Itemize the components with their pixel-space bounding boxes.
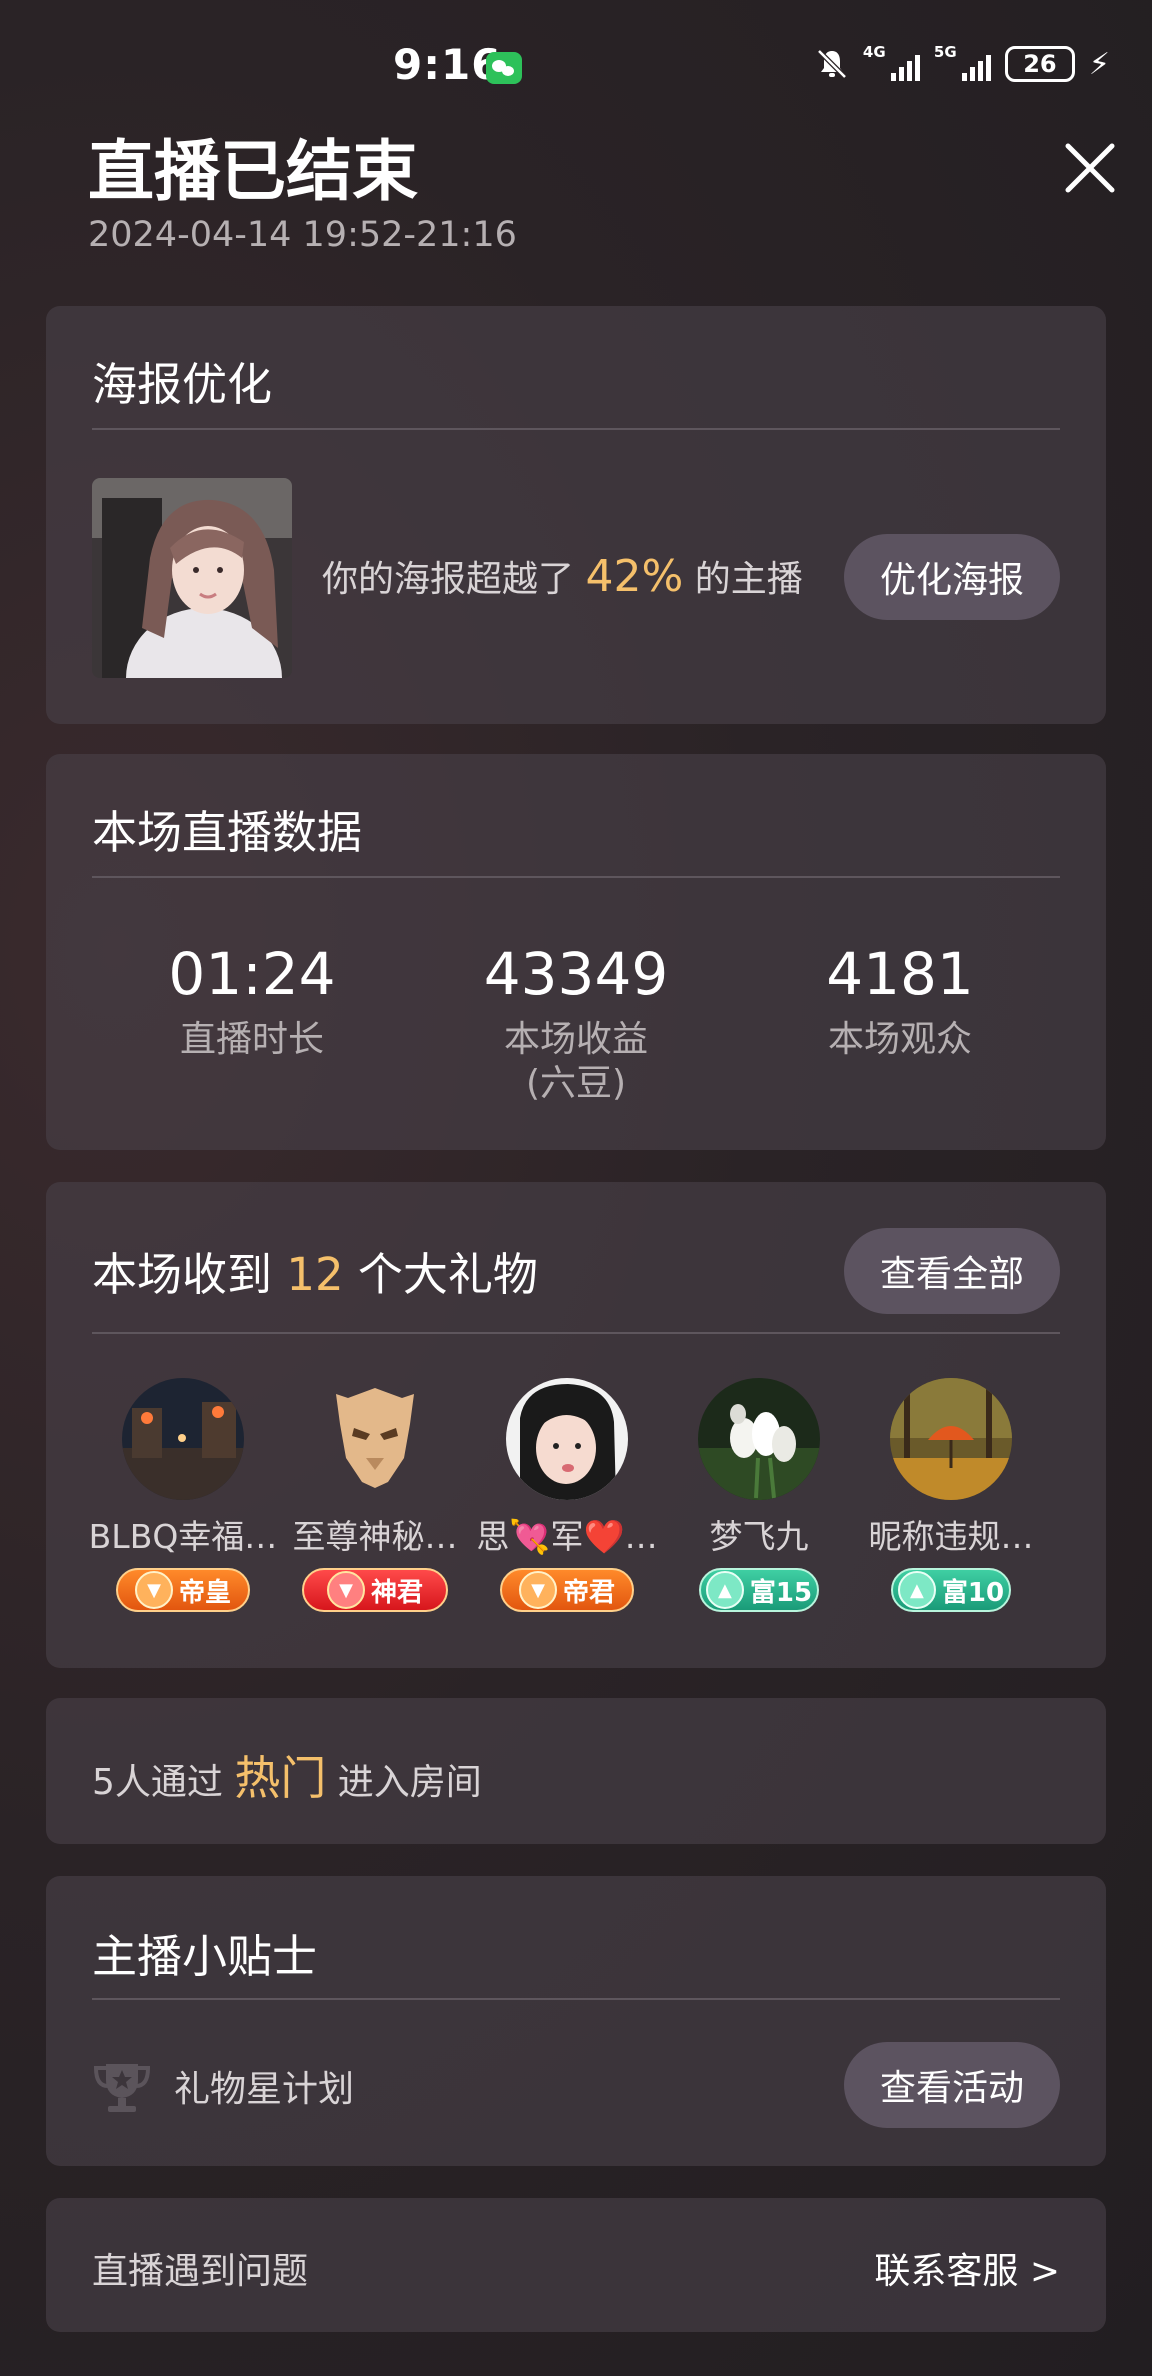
poster-thumbnail[interactable] (92, 478, 292, 678)
avatar (122, 1378, 244, 1500)
hot-entry-text: 5人通过 热门 进入房间 (92, 1751, 482, 1805)
gift-giver-name: 至尊神秘… (292, 1517, 458, 1556)
gifts-card: 本场收到 12 个大礼物 查看全部 BLBQ幸福… ▼ 帝皇 至尊神秘… ▼ 神君 … (46, 1182, 1106, 1668)
level-badge: ▲ 富10 (891, 1568, 1011, 1612)
status-bar: 9:16 4G 5G 26 ⚡ (0, 0, 1152, 130)
level-badge: ▼ 神君 (302, 1568, 448, 1612)
crown-icon: ▼ (518, 1571, 557, 1609)
rich-level-icon: ▲ (897, 1571, 936, 1609)
gift-giver-name: 梦飞九 (709, 1517, 809, 1556)
problem-text: 直播遇到问题 (92, 2251, 309, 2292)
view-activity-button[interactable]: 查看活动 (843, 2042, 1060, 2128)
tips-title: 主播小贴士 (92, 1930, 318, 1983)
close-icon[interactable] (1060, 138, 1120, 198)
gift-giver[interactable]: BLBQ幸福… ▼ 帝皇 (88, 1378, 278, 1612)
trophy-icon (92, 2056, 152, 2116)
hot-highlight: 热门 (234, 1751, 327, 1805)
stat-income: 43349 本场收益 (六豆) (416, 938, 736, 1106)
signal-4g-icon: 4G (863, 43, 920, 81)
gift-giver-name: 思💘军❤️… (476, 1517, 658, 1556)
divider (92, 1332, 1060, 1334)
avatar (314, 1378, 436, 1500)
level-badge: ▼ 帝皇 (116, 1568, 250, 1612)
gift-giver[interactable]: 思💘军❤️… ▼ 帝君 (472, 1378, 662, 1612)
tips-card: 主播小贴士 礼物星计划 查看活动 (46, 1876, 1106, 2166)
gifts-title: 本场收到 12 个大礼物 (92, 1248, 538, 1301)
gift-giver[interactable]: 梦飞九 ▲ 富15 (664, 1378, 854, 1612)
bell-muted-icon (815, 47, 849, 81)
stat-value: 01:24 (168, 940, 336, 1008)
wechat-icon (486, 52, 522, 84)
avatar (506, 1378, 628, 1500)
gift-giver-name: 昵称违规… (868, 1517, 1034, 1556)
stat-value: 43349 (483, 940, 669, 1008)
live-data-title: 本场直播数据 (92, 806, 363, 859)
page-title: 直播已结束 (88, 133, 418, 210)
hot-entry-card: 5人通过 热门 进入房间 (46, 1698, 1106, 1844)
divider (92, 1998, 1060, 2000)
avatar (698, 1378, 820, 1500)
avatar (890, 1378, 1012, 1500)
stat-duration: 01:24 直播时长 (92, 938, 412, 1062)
gift-giver[interactable]: 昵称违规… ▲ 富10 (856, 1378, 1046, 1612)
poster-rank-text: 你的海报超越了 42% 的主播 (322, 551, 803, 602)
gift-giver[interactable]: 至尊神秘… ▼ 神君 (280, 1378, 470, 1612)
stat-label: 直播时长 (179, 1019, 324, 1060)
stat-viewers: 4181 本场观众 (740, 938, 1060, 1062)
live-time-range: 2024-04-14 19:52-21:16 (88, 215, 517, 255)
tip-item-label: 礼物星计划 (174, 2069, 355, 2110)
crown-icon: ▼ (326, 1571, 365, 1609)
rich-level-icon: ▲ (705, 1571, 744, 1609)
divider (92, 428, 1060, 430)
poster-card: 海报优化 你的海报超越了 42% 的主播 优化海报 (46, 306, 1106, 724)
optimize-poster-button[interactable]: 优化海报 (843, 534, 1060, 620)
view-all-gifts-button[interactable]: 查看全部 (843, 1228, 1060, 1314)
level-badge: ▲ 富15 (699, 1568, 819, 1612)
stat-value: 4181 (826, 940, 974, 1008)
problem-card: 直播遇到问题 联系客服 > (46, 2198, 1106, 2332)
signal-5g-icon: 5G (934, 43, 991, 81)
poster-card-title: 海报优化 (92, 358, 273, 411)
live-data-card: 本场直播数据 01:24 直播时长 43349 本场收益 (六豆) 4181 本… (46, 754, 1106, 1150)
stat-label: 本场收益 (六豆) (503, 1019, 648, 1104)
divider (92, 876, 1060, 878)
stat-label: 本场观众 (827, 1019, 972, 1060)
battery-icon: 26 (1004, 46, 1075, 82)
crown-icon: ▼ (134, 1571, 173, 1609)
charging-icon: ⚡ (1088, 46, 1110, 82)
gift-giver-name: BLBQ幸福… (88, 1517, 278, 1556)
level-badge: ▼ 帝君 (500, 1568, 634, 1612)
poster-rank-percent: 42% (585, 551, 684, 602)
contact-support-link[interactable]: 联系客服 > (874, 2242, 1060, 2294)
